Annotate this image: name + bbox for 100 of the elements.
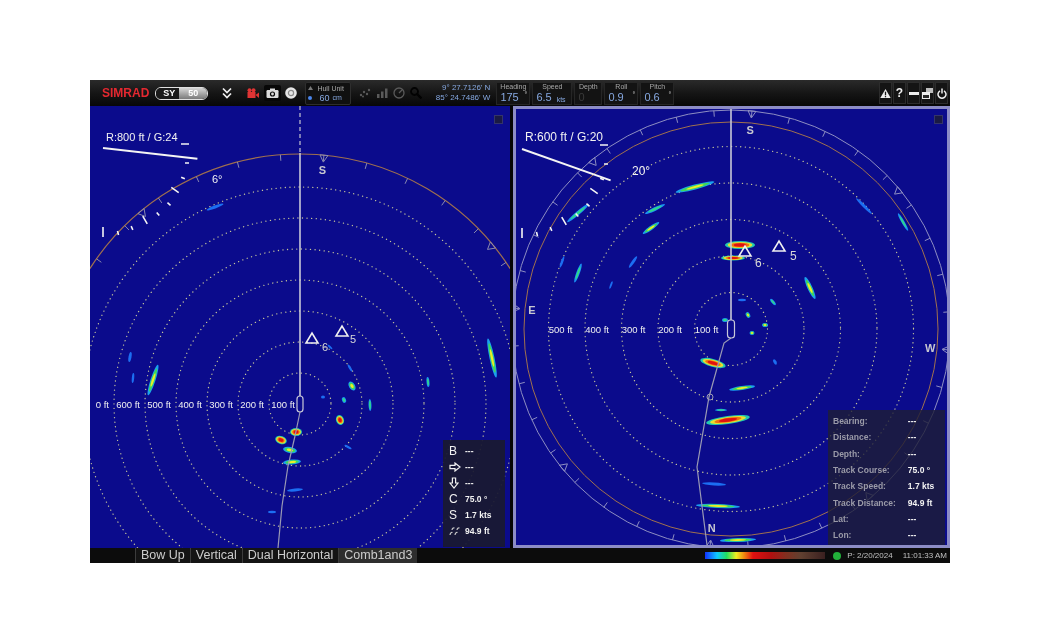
sonar-echo <box>715 408 727 412</box>
range-label: 300 ft <box>621 324 646 335</box>
sonar-echo <box>347 364 353 372</box>
track-icon <box>449 526 460 536</box>
compass-label: E <box>528 303 536 316</box>
restore-button[interactable] <box>921 82 934 104</box>
sonar-echo <box>559 256 565 268</box>
target-marker-icon <box>334 324 350 337</box>
gauge-value: 0.6 <box>644 90 660 104</box>
model-badge: SY 50 <box>155 86 209 100</box>
info-value: 1.7 kts <box>907 481 935 492</box>
info-value: --- <box>907 432 917 443</box>
sonar-echo <box>702 482 726 486</box>
sonar-echo <box>368 399 372 411</box>
sonar-echo <box>327 344 333 350</box>
video-camera-icon[interactable] <box>247 88 260 98</box>
range-gain-label: R:800 ft / G:24 <box>106 131 178 143</box>
readout-label: B <box>449 444 457 458</box>
sonar-echo <box>335 415 345 425</box>
gauge-value: 175 <box>500 90 519 104</box>
target-label: 6 <box>322 341 329 353</box>
sonar-echo <box>696 503 740 509</box>
readout-value: --- <box>465 462 474 472</box>
sonar-view[interactable]: 6 5 R:600 ft / G:20 20° S E W N 500 ft 400 ft 300 ft 200 ft 100 ft Bearing: --- Distance: --- Depth: --- Track Course: 75.0 ° Track Speed: 1.7 kts Track Distance: 94.9 ft Lat: --- Lon: --- <box>513 106 950 548</box>
sonar-echo <box>567 203 589 223</box>
sonar-echo <box>147 364 159 396</box>
record-icon[interactable] <box>285 87 298 99</box>
readout-label: C <box>449 492 458 506</box>
sonar-echo <box>628 256 638 268</box>
sonar-echo <box>804 277 816 299</box>
minimize-icon <box>908 91 919 95</box>
sonar-view[interactable]: 6 5 R:800 ft / G:24 6° S 0 ft 600 ft 500 ft 400 ft 300 ft 200 ft 100 ft B --- --- --- C 75.0 ° S 1.7 kts 94.9 ft <box>90 106 510 548</box>
info-value: 94.9 ft <box>907 497 933 508</box>
view-tab[interactable]: Vertical <box>189 548 242 563</box>
warning-button[interactable] <box>879 82 892 104</box>
sonar-echo <box>720 537 756 543</box>
view-tab[interactable]: Comb1and3 <box>338 548 418 563</box>
range-label: 0 ft <box>95 399 109 410</box>
readout-value: --- <box>465 478 474 488</box>
range-label: 400 ft <box>585 324 609 335</box>
power-button[interactable] <box>935 82 948 104</box>
double-chevron-icon[interactable] <box>222 87 233 99</box>
range-label: 100 ft <box>271 399 295 410</box>
indicator-dot-icon <box>308 95 313 100</box>
info-value: --- <box>907 416 917 427</box>
sonar-echo <box>487 338 497 378</box>
readout-value: 75.0 ° <box>465 494 488 504</box>
time-text: 11:01:33 AM <box>902 551 947 560</box>
info-value: 75.0 ° <box>907 465 931 476</box>
sonar-echo <box>290 428 302 436</box>
info-label: Track Distance: <box>833 497 896 508</box>
date-text: P: 2/20/2024 <box>847 551 893 560</box>
waypoint-marker-icon <box>706 393 714 401</box>
sonar-echo <box>275 435 287 445</box>
minimize-button[interactable] <box>907 82 920 104</box>
boat-icon <box>296 395 304 413</box>
sonar-echo <box>645 204 665 214</box>
range-label: 200 ft <box>658 324 682 335</box>
compass-label: S <box>746 123 754 136</box>
range-label: 200 ft <box>240 399 264 410</box>
sonar-echo <box>762 323 768 327</box>
camera-icon[interactable] <box>264 85 282 101</box>
info-label: Distance: <box>833 432 872 443</box>
help-button[interactable]: ? <box>893 82 906 104</box>
readout-value: --- <box>465 446 474 456</box>
info-value: --- <box>907 448 917 459</box>
boat-icon <box>726 319 736 339</box>
brand-logo: SIMRAD <box>102 86 150 100</box>
compass-label: W <box>924 342 936 355</box>
sonar-echo <box>426 377 430 387</box>
sonar-echo <box>206 203 224 211</box>
sonar-echo <box>675 181 715 193</box>
view-tab[interactable]: Bow Up <box>135 548 190 563</box>
readout-label: S <box>449 508 457 522</box>
sonar-echo <box>609 281 613 289</box>
up-arrow-icon[interactable] <box>308 86 314 90</box>
range-label: 300 ft <box>209 399 233 410</box>
sonar-echo <box>721 255 745 261</box>
readout-value: 94.9 ft <box>465 526 490 536</box>
range-label: 100 ft <box>694 324 719 335</box>
sonar-echo <box>283 459 301 465</box>
right-arrow-icon <box>449 462 461 472</box>
gauge-value: 0.9 <box>608 90 624 104</box>
info-label: Lat: <box>833 513 849 524</box>
sonar-echo <box>268 510 276 514</box>
range-label: 600 ft <box>116 399 140 410</box>
view-tab[interactable]: Dual Horizontal <box>241 548 339 563</box>
restore-icon <box>922 87 933 99</box>
sonar-echo <box>729 385 755 391</box>
range-label: 500 ft <box>147 399 171 410</box>
compass-label: N <box>707 522 716 535</box>
sonar-echo <box>131 373 135 383</box>
target-marker-icon <box>737 244 753 257</box>
range-label: 500 ft <box>548 324 573 335</box>
target-label: 5 <box>790 249 797 263</box>
info-label: Track Speed: <box>833 481 886 492</box>
sonar-echo <box>706 415 750 425</box>
down-arrow-icon <box>449 477 459 489</box>
position-text: 9° 27.7126' N <box>442 83 491 93</box>
sonar-echo <box>642 222 660 234</box>
